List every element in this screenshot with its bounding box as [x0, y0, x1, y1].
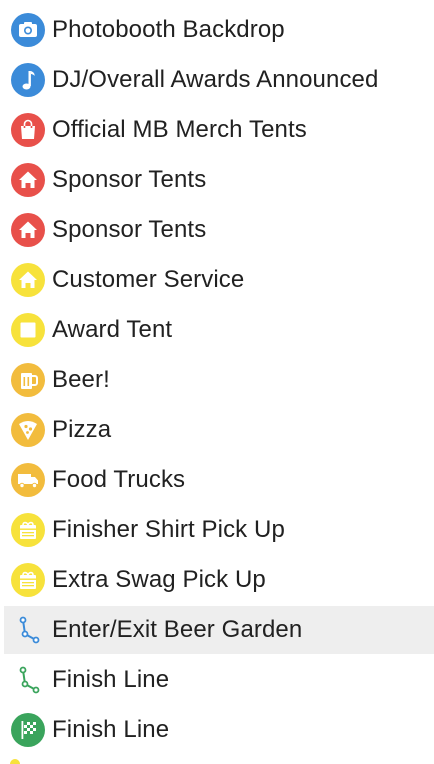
legend-item-label: Finish Line: [52, 716, 170, 743]
legend-item[interactable]: Official MB Merch Tents: [0, 105, 434, 155]
legend-item-label: Photobooth Backdrop: [52, 16, 285, 43]
legend-item[interactable]: Beer!: [0, 355, 434, 405]
legend-item[interactable]: Sponsor Tents: [0, 155, 434, 205]
legend-item[interactable]: Photobooth Backdrop: [0, 5, 434, 55]
square-icon: [10, 312, 46, 348]
checkered-flag-icon: [10, 712, 46, 748]
legend-item[interactable]: Enter/Exit Beer Garden: [0, 605, 434, 655]
legend-item-label: Award Tent: [52, 316, 173, 343]
home-icon: [10, 262, 46, 298]
legend-item[interactable]: Pizza: [0, 405, 434, 455]
legend-item-label: Sponsor Tents: [52, 166, 207, 193]
legend-item-label: Official MB Merch Tents: [52, 116, 307, 143]
legend-item[interactable]: Finish Line: [0, 705, 434, 755]
legend-item-label: Beer!: [52, 366, 110, 393]
legend-item-label: Finisher Shirt Pick Up: [52, 516, 285, 543]
legend-item[interactable]: Food Trucks: [0, 455, 434, 505]
legend-item[interactable]: Award Tent: [0, 305, 434, 355]
legend-item[interactable]: Extra Swag Pick Up: [0, 555, 434, 605]
route-icon: [10, 662, 46, 698]
truck-icon: [10, 462, 46, 498]
legend-item[interactable]: Finish Line: [0, 655, 434, 705]
legend-item[interactable]: DJ/Overall Awards Announced: [0, 55, 434, 105]
music-note-icon: [10, 62, 46, 98]
map-legend-list: Photobooth Backdrop DJ/Overall Awards An…: [0, 5, 434, 755]
legend-item-label: Finish Line: [52, 666, 170, 693]
legend-item[interactable]: Customer Service: [0, 255, 434, 305]
legend-item-label: Customer Service: [52, 266, 245, 293]
route-icon: [10, 612, 46, 648]
legend-item-label: DJ/Overall Awards Announced: [52, 66, 379, 93]
camera-icon: [10, 12, 46, 48]
legend-item-label: Food Trucks: [52, 466, 186, 493]
home-icon: [10, 162, 46, 198]
legend-item[interactable]: Sponsor Tents: [0, 205, 434, 255]
gift-box-icon: [10, 512, 46, 548]
home-icon: [10, 212, 46, 248]
legend-item-label: Sponsor Tents: [52, 216, 207, 243]
shopping-bag-icon: [10, 112, 46, 148]
legend-item-label: Pizza: [52, 416, 112, 443]
legend-item[interactable]: Finisher Shirt Pick Up: [0, 505, 434, 555]
gift-box-icon: [10, 562, 46, 598]
next-legend-item-icon: [10, 759, 20, 764]
legend-item-label: Enter/Exit Beer Garden: [52, 616, 303, 643]
legend-item-label: Extra Swag Pick Up: [52, 566, 266, 593]
pizza-slice-icon: [10, 412, 46, 448]
beer-mug-icon: [10, 362, 46, 398]
